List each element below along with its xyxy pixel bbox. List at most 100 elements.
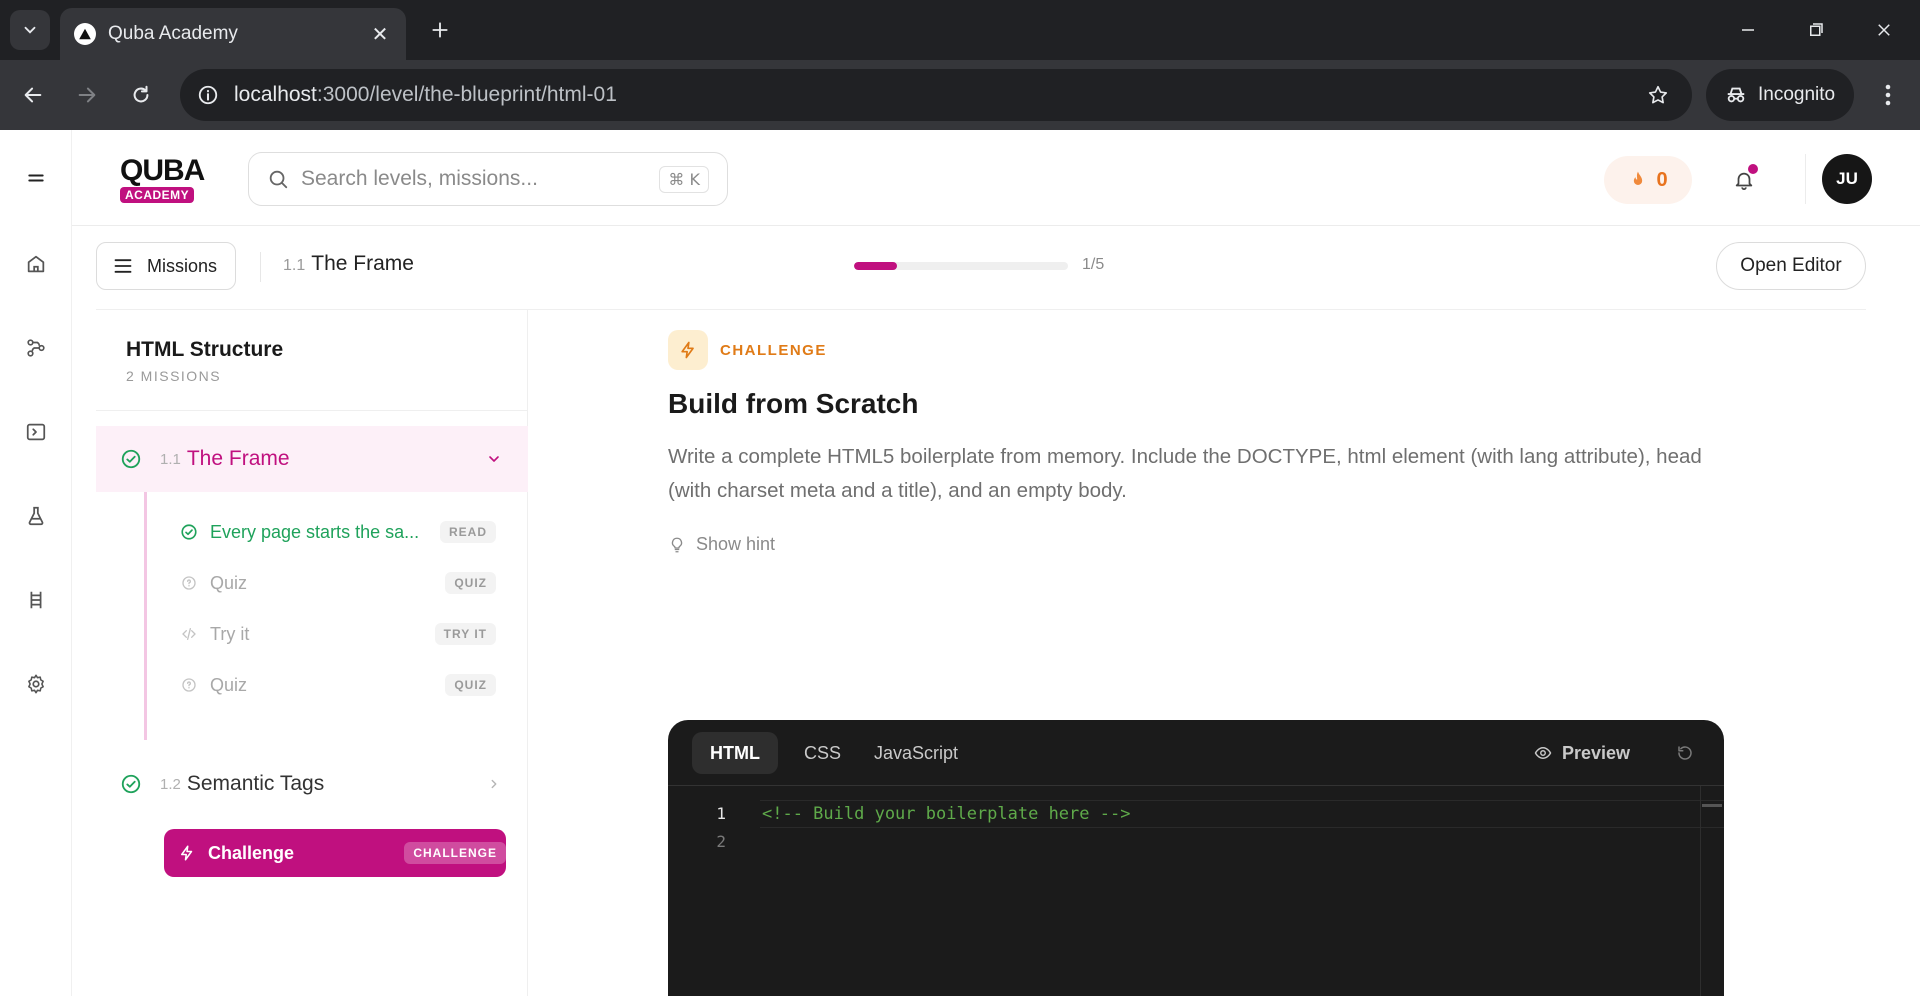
step-label: Try it — [210, 623, 250, 644]
reload-icon — [133, 85, 149, 103]
missions-label: Missions — [147, 255, 218, 276]
section-number: 1.1 — [160, 450, 181, 468]
gear-icon — [28, 674, 44, 694]
open-editor-button[interactable]: Open Editor — [1716, 242, 1866, 290]
rail-lab[interactable] — [16, 496, 56, 536]
new-tab-button[interactable] — [420, 10, 460, 50]
favicon-icon — [74, 23, 96, 45]
breadcrumb-title: The Frame — [311, 252, 414, 275]
missions-button[interactable]: Missions — [96, 242, 236, 290]
step-quiz-1[interactable]: Quiz QUIZ — [166, 563, 496, 603]
tab-search-button[interactable] — [10, 10, 50, 50]
notifications-button[interactable] — [1722, 158, 1766, 202]
rail-playground[interactable] — [16, 412, 56, 452]
step-label: Quiz — [210, 674, 248, 695]
step-badge: QUIZ — [445, 674, 496, 696]
minimize-icon — [1742, 29, 1754, 31]
browser-menu-button[interactable] — [1868, 74, 1908, 116]
line-number: 2 — [716, 832, 726, 851]
lightbulb-icon — [671, 537, 683, 552]
step-label: Challenge — [208, 842, 295, 863]
menu-icon — [28, 174, 44, 182]
tab-css[interactable]: CSS — [786, 732, 859, 774]
rail-home[interactable] — [16, 244, 56, 284]
breadcrumb: 1.1 The Frame — [283, 252, 414, 276]
rail-ladder[interactable] — [16, 580, 56, 620]
back-button[interactable] — [12, 74, 54, 116]
mission-subbar: Missions 1.1 The Frame 1/5 Open Editor — [96, 226, 1866, 310]
step-challenge[interactable]: Challenge CHALLENGE — [164, 829, 506, 877]
section-number: 1.2 — [160, 775, 181, 793]
rotate-ccw-icon — [1678, 746, 1692, 760]
line-number: 1 — [716, 804, 726, 823]
url-host: localhost — [234, 83, 317, 106]
section-semantic-tags[interactable]: 1.2 Semantic Tags — [96, 756, 528, 812]
editor-scrollbar[interactable] — [1700, 786, 1701, 996]
route-icon — [27, 339, 45, 357]
step-try-it[interactable]: Try it TRY IT — [166, 614, 496, 654]
bookmark-star-icon[interactable] — [1638, 75, 1678, 115]
divider — [96, 410, 528, 411]
tab-javascript[interactable]: JavaScript — [856, 732, 976, 774]
restore-button[interactable] — [1788, 8, 1844, 52]
home-icon — [27, 255, 45, 273]
streak-count: 0 — [1656, 168, 1668, 191]
step-badge: QUIZ — [445, 572, 496, 594]
terminal-icon — [26, 423, 46, 441]
rail-settings[interactable] — [16, 664, 56, 704]
chevron-down-icon — [24, 26, 36, 34]
more-vertical-icon — [1885, 84, 1891, 106]
step-quiz-2[interactable]: Quiz QUIZ — [166, 665, 496, 705]
browser-tab-active[interactable]: Quba Academy ✕ — [60, 8, 406, 60]
streak-counter[interactable]: 0 — [1604, 156, 1692, 204]
flame-icon — [1634, 171, 1643, 185]
rail-roadmap[interactable] — [16, 328, 56, 368]
section-name: Semantic Tags — [186, 772, 325, 795]
chevron-right-icon[interactable] — [474, 777, 514, 791]
reload-button[interactable] — [120, 74, 162, 116]
url-text: localhost:3000/level/the-blueprint/html-… — [234, 83, 1638, 107]
incognito-label: Incognito — [1758, 84, 1836, 105]
forward-button[interactable] — [66, 74, 108, 116]
chevron-down-icon[interactable] — [474, 451, 514, 467]
search-input[interactable] — [301, 167, 660, 191]
close-window-button[interactable] — [1856, 8, 1912, 52]
eye-icon — [1534, 747, 1552, 759]
minimize-button[interactable] — [1720, 8, 1776, 52]
section-the-frame[interactable]: 1.1 The Frame — [96, 426, 528, 492]
left-rail — [0, 130, 72, 996]
incognito-button[interactable]: Incognito — [1706, 69, 1854, 121]
progress-fill — [854, 262, 897, 270]
preview-button[interactable]: Preview — [1534, 732, 1630, 774]
tab-close-icon[interactable]: ✕ — [368, 22, 392, 47]
flask-icon — [28, 506, 44, 526]
subbar-divider — [260, 252, 261, 282]
search-icon — [269, 170, 288, 189]
address-bar[interactable]: localhost:3000/level/the-blueprint/html-… — [180, 69, 1692, 121]
reset-code-button[interactable] — [1666, 734, 1704, 772]
scrollbar-marker — [1702, 804, 1722, 807]
show-hint-button[interactable]: Show hint — [668, 534, 775, 555]
progress-label: 1/5 — [1082, 256, 1105, 273]
step-read[interactable]: Every page starts the sa... READ — [166, 512, 496, 552]
avatar[interactable]: JU — [1822, 154, 1872, 204]
notification-dot — [1748, 164, 1758, 174]
plus-icon — [432, 22, 448, 38]
breadcrumb-number: 1.1 — [283, 257, 306, 274]
tab-html[interactable]: HTML — [692, 732, 778, 774]
bolt-icon — [668, 330, 708, 370]
check-circle-icon — [121, 449, 141, 469]
mission-panel-title: HTML Structure — [126, 338, 284, 361]
logo[interactable]: QUBA ACADEMY — [120, 156, 205, 204]
line-gutter: 1 2 — [668, 786, 740, 856]
code-area[interactable]: <!-- Build your boilerplate here --> — [762, 800, 1130, 828]
ladder-icon — [30, 591, 42, 609]
search-box[interactable]: ⌘ K — [248, 152, 728, 206]
step-badge: CHALLENGE — [404, 842, 506, 864]
site-info-icon[interactable] — [196, 83, 220, 107]
bolt-icon — [176, 844, 198, 862]
close-icon — [1878, 24, 1890, 36]
menu-toggle-button[interactable] — [16, 158, 56, 198]
tab-title: Quba Academy — [108, 23, 238, 44]
tree-line — [144, 492, 147, 740]
